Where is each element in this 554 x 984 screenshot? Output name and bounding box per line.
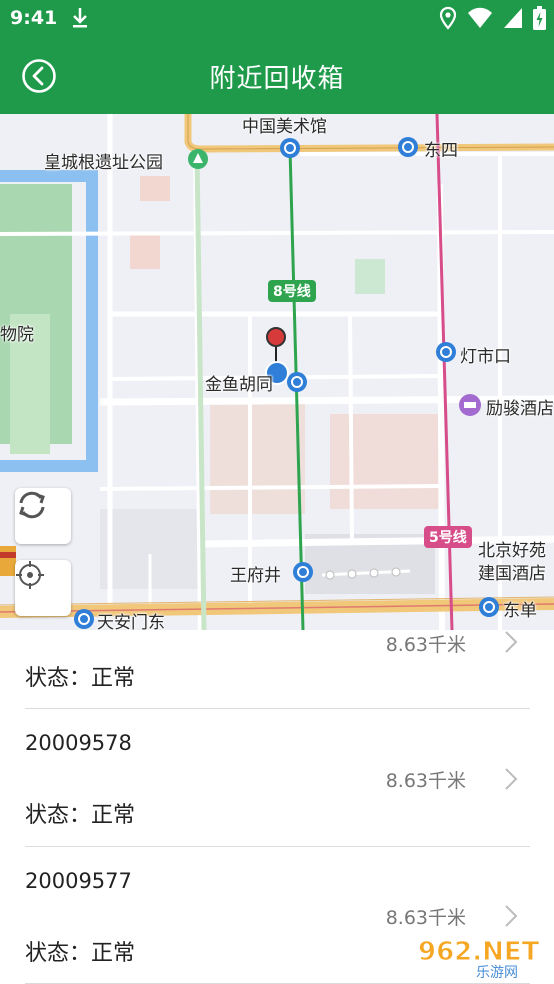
map-label-jinyuhutong: 金鱼胡同 bbox=[205, 375, 273, 395]
map-label-museum: 物院 bbox=[0, 325, 34, 345]
map-label-line8: 8号线 bbox=[268, 280, 316, 302]
map-label-dongdan: 东单 bbox=[503, 601, 537, 621]
app-bar: 附近回收箱 bbox=[0, 38, 554, 114]
map-label-hotel: 励骏酒店 bbox=[486, 399, 554, 419]
map-label-dengshikou: 灯市口 bbox=[460, 347, 511, 367]
status-time: 9:41 bbox=[10, 7, 58, 29]
chevron-right-icon bbox=[505, 631, 518, 653]
refresh-button[interactable] bbox=[15, 488, 71, 544]
svg-text:乐游网: 乐游网 bbox=[476, 965, 518, 980]
item-status: 状态：正常 bbox=[25, 666, 136, 691]
map-label-art-museum: 中国美术馆 bbox=[242, 117, 327, 137]
item-id: 20009577 bbox=[25, 869, 132, 893]
battery-icon bbox=[533, 6, 546, 30]
divider bbox=[25, 708, 530, 709]
map-view[interactable]: 中国美术馆 东四 皇城根遗址公园 8号线 物院 灯市口 金鱼胡同 励骏酒店 5号… bbox=[0, 114, 554, 630]
wifi-icon bbox=[468, 7, 492, 28]
item-distance: 8.63千米 bbox=[385, 770, 466, 792]
item-status: 状态：正常 bbox=[25, 941, 136, 966]
map-label-hotel-bj-1: 北京好苑 bbox=[478, 541, 546, 561]
chevron-right-icon bbox=[505, 905, 518, 927]
item-distance: 8.63千米 bbox=[385, 907, 466, 929]
locate-button[interactable] bbox=[15, 560, 71, 616]
map-label-dongsi: 东四 bbox=[424, 141, 458, 161]
location-icon bbox=[439, 6, 457, 30]
refresh-icon bbox=[19, 491, 45, 519]
download-icon bbox=[73, 8, 87, 28]
svg-text:962.NET: 962.NET bbox=[418, 937, 540, 967]
item-id: 20009578 bbox=[25, 731, 132, 755]
map-label-line5: 5号线 bbox=[424, 526, 472, 548]
watermark-logo: 962.NET 乐游网 bbox=[418, 937, 541, 981]
map-label-tiananmen-east: 天安门东 bbox=[97, 613, 165, 630]
signal-icon bbox=[504, 8, 522, 28]
crosshair-icon bbox=[16, 561, 44, 589]
page-title: 附近回收箱 bbox=[209, 64, 345, 94]
status-bar: 9:41 bbox=[0, 0, 554, 38]
map-label-hotel-bj-2: 建国酒店 bbox=[478, 564, 546, 584]
item-distance: 8.63千米 bbox=[385, 634, 466, 656]
recycle-box-list: 8.63千米 状态：正常 20009578 8.63千米 状态：正常 20009… bbox=[0, 630, 554, 984]
map-label-ruins-park: 皇城根遗址公园 bbox=[44, 153, 163, 173]
item-status: 状态：正常 bbox=[25, 803, 136, 828]
divider bbox=[25, 846, 530, 847]
chevron-right-icon bbox=[505, 768, 518, 790]
map-label-wangfujing: 王府井 bbox=[230, 566, 281, 586]
map-canvas bbox=[0, 114, 554, 630]
